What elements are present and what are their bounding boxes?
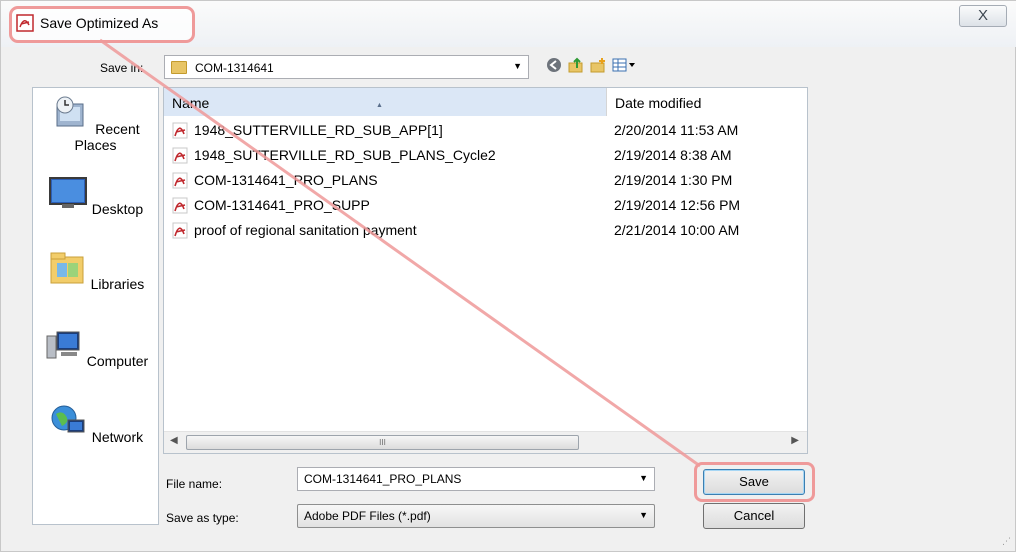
folder-icon — [171, 61, 187, 74]
column-header-name[interactable]: ▲ Name — [164, 88, 606, 116]
cancel-button[interactable]: Cancel — [703, 503, 805, 529]
place-computer[interactable]: Computer — [33, 328, 158, 369]
file-date: 2/21/2014 10:00 AM — [614, 222, 740, 238]
save-as-type-value: Adobe PDF Files (*.pdf) — [304, 509, 431, 523]
file-row[interactable]: proof of regional sanitation payment 2/2… — [164, 218, 807, 243]
place-network[interactable]: Network — [33, 404, 158, 445]
file-date: 2/19/2014 12:56 PM — [614, 197, 741, 213]
place-libraries[interactable]: Libraries — [33, 251, 158, 292]
file-name: proof of regional sanitation payment — [194, 222, 417, 238]
file-rows: 1948_SUTTERVILLE_RD_SUB_APP[1] 2/20/2014… — [164, 118, 807, 243]
pdf-file-icon — [172, 147, 188, 164]
chevron-down-icon: ▼ — [513, 61, 522, 71]
sort-ascending-icon: ▲ — [376, 102, 383, 109]
place-label: Network — [91, 429, 144, 445]
save-in-label: Save in: — [100, 61, 144, 75]
place-label: Desktop — [91, 201, 144, 217]
new-folder-icon[interactable] — [590, 57, 606, 73]
place-desktop[interactable]: Desktop — [33, 176, 158, 217]
save-button[interactable]: Save — [703, 469, 805, 495]
chevron-down-icon[interactable]: ▼ — [639, 473, 648, 483]
file-name: COM-1314641_PRO_PLANS — [194, 172, 378, 188]
scroll-left-icon[interactable]: ◀ — [170, 435, 178, 446]
file-row[interactable]: 1948_SUTTERVILLE_RD_SUB_APP[1] 2/20/2014… — [164, 118, 807, 143]
scrollbar-grip: III — [379, 438, 386, 447]
save-in-dropdown[interactable]: COM-1314641 ▼ — [164, 55, 529, 79]
pdf-file-icon — [172, 172, 188, 189]
place-label: Computer — [86, 353, 149, 369]
close-icon: X — [977, 7, 988, 24]
pdf-icon — [16, 14, 34, 32]
file-name: 1948_SUTTERVILLE_RD_SUB_PLANS_Cycle2 — [194, 147, 496, 163]
file-name: 1948_SUTTERVILLE_RD_SUB_APP[1] — [194, 122, 443, 138]
resize-grip-icon[interactable]: ⋰ — [1002, 536, 1011, 547]
up-folder-icon[interactable] — [568, 57, 584, 73]
close-button[interactable]: X — [959, 5, 1007, 27]
save-as-type-dropdown[interactable]: Adobe PDF Files (*.pdf) ▼ — [297, 504, 655, 528]
save-in-value: COM-1314641 — [195, 61, 274, 75]
chevron-down-icon: ▼ — [639, 510, 648, 520]
title-bar: Save Optimized As X — [1, 1, 1016, 47]
file-date: 2/19/2014 1:30 PM — [614, 172, 733, 188]
file-row[interactable]: COM-1314641_PRO_SUPP 2/19/2014 12:56 PM — [164, 193, 807, 218]
save-dialog: Save Optimized As X Save in: COM-1314641… — [0, 0, 1016, 552]
recent-places-icon — [56, 96, 84, 127]
column-header-date-modified[interactable]: Date modified — [606, 88, 807, 116]
pdf-file-icon — [172, 122, 188, 139]
file-list: ▲ Name Date modified 1948_SUTTERVILLE_RD… — [163, 87, 808, 454]
pdf-file-icon — [172, 197, 188, 214]
file-row[interactable]: COM-1314641_PRO_PLANS 2/19/2014 1:30 PM — [164, 168, 807, 193]
network-icon — [51, 405, 85, 433]
file-row[interactable]: 1948_SUTTERVILLE_RD_SUB_PLANS_Cycle2 2/1… — [164, 143, 807, 168]
column-header-label: Name — [172, 95, 210, 111]
scroll-right-icon[interactable]: ▶ — [791, 435, 799, 446]
scrollbar-thumb[interactable]: III — [186, 435, 579, 450]
place-recent-places[interactable]: Recent Places — [33, 96, 158, 153]
file-name-value: COM-1314641_PRO_PLANS — [304, 472, 462, 486]
libraries-icon — [50, 252, 84, 284]
computer-icon — [46, 331, 80, 359]
pdf-file-icon — [172, 222, 188, 239]
back-icon[interactable] — [546, 57, 562, 73]
desktop-icon — [48, 177, 87, 208]
file-date: 2/20/2014 11:53 AM — [614, 122, 739, 138]
column-header-label: Date modified — [615, 95, 702, 111]
file-date: 2/19/2014 8:38 AM — [614, 147, 732, 163]
file-name-input[interactable]: COM-1314641_PRO_PLANS ▼ — [297, 467, 655, 491]
file-name-label: File name: — [166, 477, 223, 491]
places-bar: Recent Places Desktop Libraries Computer — [32, 87, 159, 525]
view-menu-icon[interactable] — [612, 57, 636, 73]
file-name: COM-1314641_PRO_SUPP — [194, 197, 370, 213]
horizontal-scrollbar[interactable]: ◀ III ▶ — [164, 431, 807, 453]
window-title: Save Optimized As — [40, 15, 159, 31]
save-as-type-label: Save as type: — [166, 511, 239, 525]
place-label: Libraries — [90, 276, 145, 292]
